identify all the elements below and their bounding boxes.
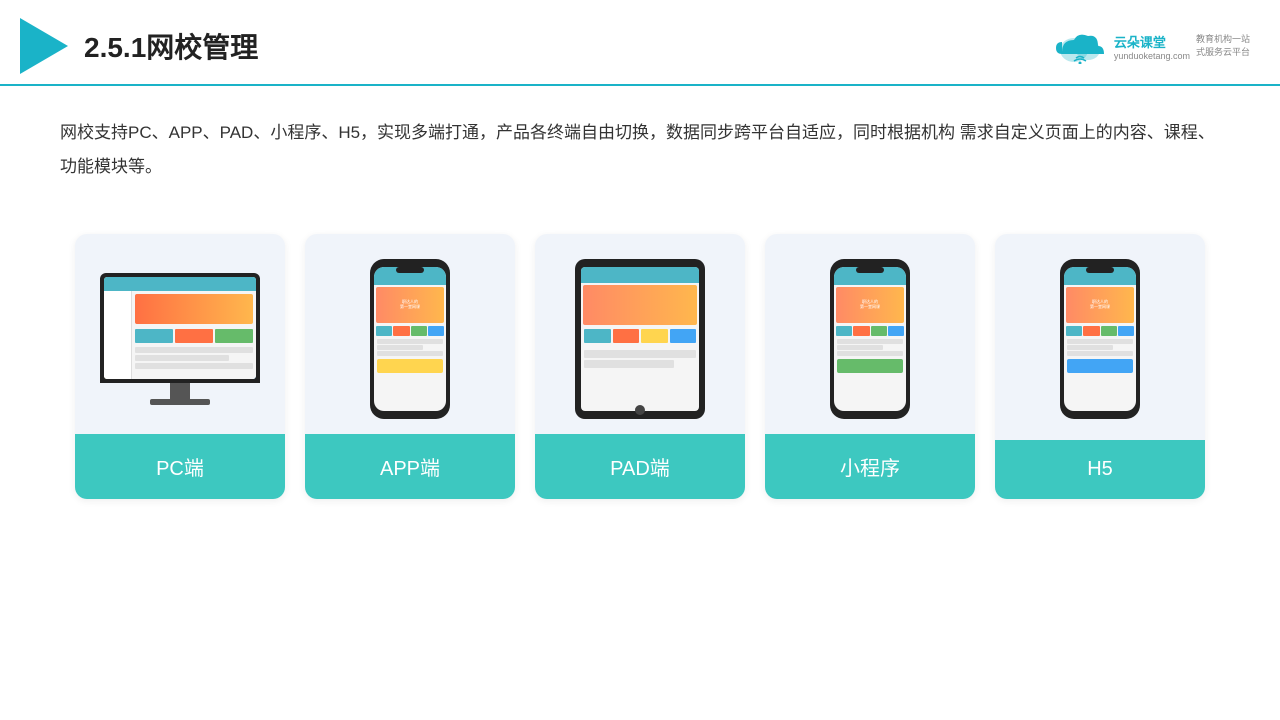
monitor-body — [100, 273, 260, 383]
brand-text: 云朵课堂 yunduoketang.com — [1114, 32, 1190, 61]
monitor-screen — [104, 277, 256, 379]
card-app: 职达人的第一堂网课 APP端 — [305, 234, 515, 499]
card-h5: 职达人的第一堂网课 H5 — [995, 234, 1205, 499]
brand-url: yunduoketang.com — [1114, 51, 1190, 61]
phone-mockup-mini: 职达人的第一堂网课 — [830, 259, 910, 419]
card-miniprogram-image: 职达人的第一堂网课 — [765, 234, 975, 434]
card-h5-image: 职达人的第一堂网课 — [995, 234, 1205, 434]
tablet-screen — [581, 267, 699, 411]
phone-screen-app: 职达人的第一堂网课 — [374, 267, 446, 411]
brand-slogan: 教育机构一站式服务云平台 — [1196, 33, 1250, 58]
phone-mockup-h5: 职达人的第一堂网课 — [1060, 259, 1140, 419]
cards-container: PC端 职达人的第一堂网课 — [0, 204, 1280, 499]
card-app-image: 职达人的第一堂网课 — [305, 234, 515, 434]
card-pc: PC端 — [75, 234, 285, 499]
brand-main-name: 云朵课堂 — [1114, 32, 1166, 51]
cloud-icon — [1052, 28, 1108, 64]
card-pad-label: PAD端 — [535, 434, 745, 499]
card-pad-image — [535, 234, 745, 434]
screen-content — [104, 277, 256, 379]
card-h5-label: H5 — [995, 440, 1205, 499]
description-text: 网校支持PC、APP、PAD、小程序、H5，实现多端打通，产品各终端自由切换，数… — [0, 86, 1280, 194]
card-pad: PAD端 — [535, 234, 745, 499]
phone-mockup-app: 职达人的第一堂网课 — [370, 259, 450, 419]
logo-triangle-icon — [20, 18, 68, 74]
page-header: 2.5.1网校管理 云朵课堂 yunduoketang.com 教育机构一站式服… — [0, 0, 1280, 86]
card-pc-label: PC端 — [75, 434, 285, 499]
phone-screen-mini: 职达人的第一堂网课 — [834, 267, 906, 411]
card-miniprogram: 职达人的第一堂网课 小程序 — [765, 234, 975, 499]
pc-mockup — [100, 273, 260, 405]
header-left: 2.5.1网校管理 — [20, 18, 258, 74]
brand-area: 云朵课堂 yunduoketang.com 教育机构一站式服务云平台 — [1052, 28, 1250, 64]
page-title: 2.5.1网校管理 — [84, 26, 258, 66]
tablet-mockup — [575, 259, 705, 419]
card-app-label: APP端 — [305, 434, 515, 499]
phone-screen-h5: 职达人的第一堂网课 — [1064, 267, 1136, 411]
card-miniprogram-label: 小程序 — [765, 434, 975, 499]
card-pc-image — [75, 234, 285, 434]
